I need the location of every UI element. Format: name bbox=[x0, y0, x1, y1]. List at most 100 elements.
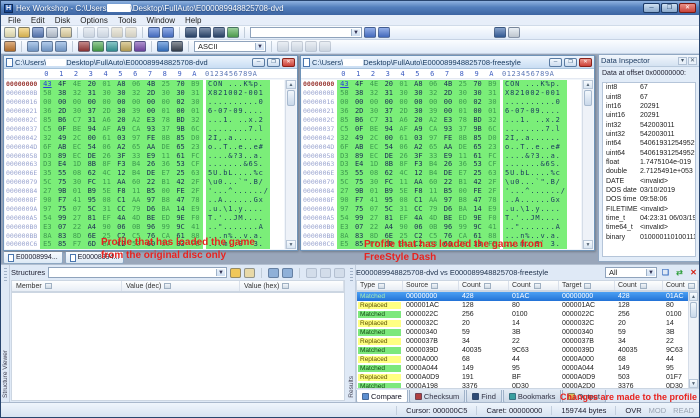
scroll-up-icon[interactable]: ▲ bbox=[689, 292, 698, 301]
hex-byte[interactable]: 32 bbox=[70, 89, 85, 98]
compare-row[interactable]: Replaced0000A00068440000A0006844 bbox=[357, 355, 698, 364]
hex-bytes[interactable]: C50FBE94AFA9CA93379B6C bbox=[40, 124, 203, 133]
scroll-thumb[interactable] bbox=[584, 90, 592, 106]
hex-byte[interactable]: 8B bbox=[455, 133, 470, 142]
structures-list[interactable] bbox=[11, 292, 345, 401]
hex-byte[interactable]: CC bbox=[114, 204, 129, 213]
hex-byte[interactable]: 85 bbox=[55, 240, 70, 249]
hex-byte[interactable]: DE bbox=[144, 169, 159, 178]
hex-byte[interactable]: 85 bbox=[40, 116, 55, 125]
ascii-text[interactable]: ..A......Gx bbox=[503, 196, 567, 205]
hex-byte[interactable]: 06 bbox=[114, 222, 129, 231]
hex-byte[interactable]: 26 bbox=[144, 160, 159, 169]
hex-byte[interactable]: 0F bbox=[352, 124, 367, 133]
restore-button[interactable]: ❐ bbox=[564, 58, 577, 67]
find-icon[interactable] bbox=[185, 27, 197, 38]
hex-byte[interactable]: B9 bbox=[381, 187, 396, 196]
find-next-icon[interactable] bbox=[199, 27, 211, 38]
hex-byte[interactable]: A4 bbox=[381, 222, 396, 231]
hex-byte[interactable]: 00 bbox=[40, 98, 55, 107]
vertical-scrollbar[interactable]: ▲ ▼ bbox=[688, 292, 698, 388]
hex-bytes[interactable]: 279B01B95EF811B500FE2F bbox=[337, 187, 500, 196]
hex-bytes[interactable]: D389ECDE263F33E91161FC bbox=[337, 151, 500, 160]
hex-byte[interactable]: 2C bbox=[367, 133, 382, 142]
hex-byte[interactable]: 38 bbox=[352, 89, 367, 98]
hex-bytes[interactable]: D3E41D8B8FF3B4263653CF bbox=[337, 160, 500, 169]
hex-bytes[interactable]: 9775075C31CC79D6BA14E9 bbox=[337, 204, 500, 213]
hex-byte[interactable]: 85 bbox=[337, 116, 352, 125]
hex-byte[interactable]: FE bbox=[441, 133, 456, 142]
hex-byte[interactable]: B4 bbox=[129, 169, 144, 178]
hex-byte[interactable]: 9C bbox=[470, 222, 485, 231]
hex-byte[interactable]: 4C bbox=[99, 169, 114, 178]
hex-byte[interactable]: BE bbox=[441, 213, 456, 222]
options-icon[interactable]: ❏ bbox=[660, 268, 671, 278]
ascii-text[interactable]: \u0...`".B/ bbox=[503, 178, 567, 187]
hex-byte[interactable]: FC bbox=[188, 151, 203, 160]
compare-row[interactable]: Matched00000340593B00000340593B bbox=[357, 328, 698, 337]
structures-column-member[interactable]: Member bbox=[12, 281, 122, 291]
scroll-thumb[interactable] bbox=[690, 302, 697, 318]
ascii-text[interactable]: ..........0 bbox=[206, 98, 270, 107]
hex-byte[interactable]: 14 bbox=[470, 204, 485, 213]
hex-byte[interactable]: 20 bbox=[84, 80, 99, 89]
chevron-down-icon[interactable]: ▼ bbox=[216, 269, 225, 276]
ascii-text[interactable]: 6-07-09.... bbox=[503, 107, 567, 116]
hex-byte[interactable]: 99 bbox=[55, 213, 70, 222]
hex-byte[interactable]: E4 bbox=[55, 160, 70, 169]
hex-byte[interactable]: 2D bbox=[441, 89, 456, 98]
compare-column-header[interactable]: Target bbox=[559, 281, 615, 290]
hex-bytes[interactable]: 6FABEC5406A265AADE6523 bbox=[337, 142, 500, 151]
hex-byte[interactable]: 4D bbox=[426, 213, 441, 222]
hex-byte[interactable]: 70 bbox=[173, 80, 188, 89]
hex-byte[interactable]: D3 bbox=[337, 160, 352, 169]
hex-byte[interactable]: 31 bbox=[84, 89, 99, 98]
hex-window-titlebar[interactable]: C:\Users\Desktop\FullAuto\E0000899488257… bbox=[4, 56, 297, 69]
hex-byte[interactable]: 25 bbox=[455, 80, 470, 89]
hex-byte[interactable]: 97 bbox=[426, 133, 441, 142]
hex-byte[interactable]: 78 bbox=[485, 196, 500, 205]
hex-byte[interactable]: 11 bbox=[426, 187, 441, 196]
hex-byte[interactable]: D0 bbox=[188, 133, 203, 142]
hex-byte[interactable]: E4 bbox=[352, 160, 367, 169]
hex-byte[interactable]: 85 bbox=[173, 133, 188, 142]
hex-bytes[interactable]: D3E41D8B8FF3B4263653CF bbox=[40, 160, 203, 169]
hex-byte[interactable]: 01 bbox=[455, 107, 470, 116]
hex-byte[interactable]: 06 bbox=[99, 142, 114, 151]
hex-byte[interactable]: B8 bbox=[455, 196, 470, 205]
filter-icon[interactable] bbox=[688, 283, 695, 289]
hex-byte[interactable]: AA bbox=[441, 142, 456, 151]
hex-byte[interactable]: 37 bbox=[84, 107, 99, 116]
hex-byte[interactable]: 75 bbox=[55, 204, 70, 213]
hex-byte[interactable]: 00 bbox=[158, 187, 173, 196]
close-icon[interactable]: ✕ bbox=[282, 58, 295, 67]
open-structure-icon[interactable] bbox=[230, 268, 241, 278]
ascii-text[interactable]: ..........0 bbox=[503, 98, 567, 107]
nav-first-icon[interactable] bbox=[277, 41, 289, 52]
hex-byte[interactable]: E7 bbox=[455, 169, 470, 178]
hex-byte[interactable]: 2F bbox=[188, 187, 203, 196]
compare-row[interactable]: Replaced000001AC12880000001AC12880 bbox=[357, 301, 698, 310]
hex-byte[interactable]: 30 bbox=[411, 89, 426, 98]
hex-byte[interactable]: AF bbox=[99, 124, 114, 133]
hex-byte[interactable]: D3 bbox=[40, 160, 55, 169]
hex-byte[interactable]: 30 bbox=[114, 89, 129, 98]
hex-byte[interactable]: 2D bbox=[99, 107, 114, 116]
print-icon[interactable] bbox=[46, 27, 58, 38]
hex-byte[interactable]: E3 bbox=[441, 116, 456, 125]
hex-byte[interactable]: 8B bbox=[381, 160, 396, 169]
hex-byte[interactable]: 33 bbox=[129, 151, 144, 160]
ascii-text[interactable]: ..".......A bbox=[503, 222, 567, 231]
hex-byte[interactable]: AB bbox=[55, 142, 70, 151]
hex-byte[interactable]: 30 bbox=[173, 89, 188, 98]
save-icon[interactable] bbox=[32, 27, 44, 38]
hex-byte[interactable]: 55 bbox=[352, 169, 367, 178]
hex-byte[interactable]: 58 bbox=[40, 89, 55, 98]
filter-icon[interactable] bbox=[378, 283, 385, 289]
scroll-down-icon[interactable]: ▼ bbox=[689, 379, 698, 388]
hex-byte[interactable]: 36 bbox=[455, 160, 470, 169]
hex-byte[interactable]: 0B bbox=[129, 222, 144, 231]
inspector-row[interactable]: FILETIME<invalid> bbox=[603, 204, 695, 213]
hex-grid[interactable]: 00000000434F4E2001A8064B2570B9CON ...K%p… bbox=[302, 80, 581, 249]
filter-icon[interactable] bbox=[584, 283, 591, 289]
